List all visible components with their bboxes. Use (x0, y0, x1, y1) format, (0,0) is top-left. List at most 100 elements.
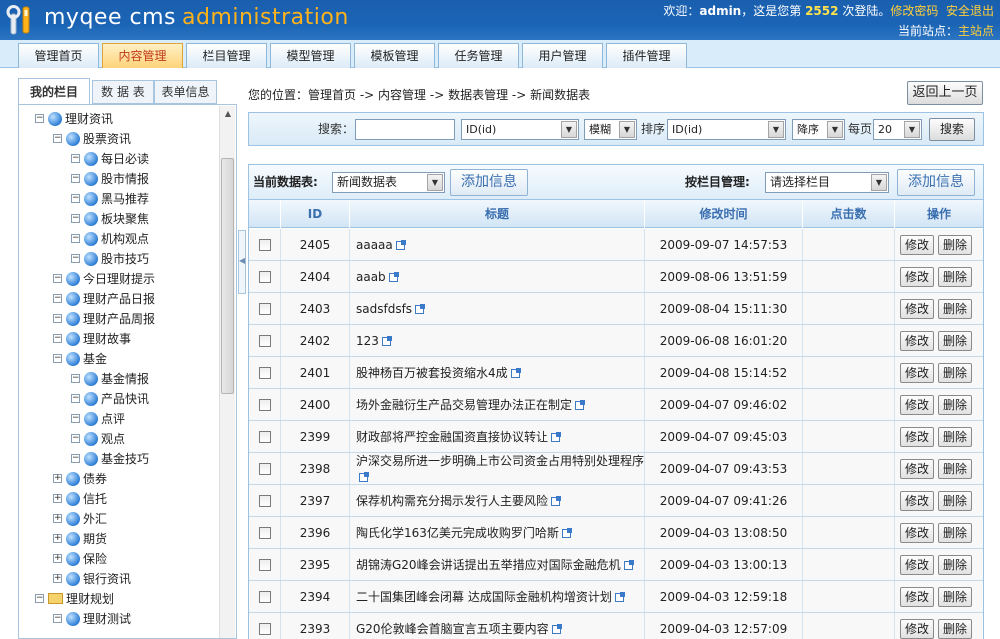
tree-item[interactable]: − 基金情报 (71, 369, 149, 389)
row-checkbox[interactable] (258, 526, 271, 539)
external-link-icon[interactable] (561, 527, 572, 538)
collapse-toggle-icon[interactable]: − (71, 214, 80, 223)
tree-item[interactable]: + 外汇 (53, 509, 107, 529)
nav-tab-models[interactable]: 模型管理 (270, 43, 351, 68)
collapse-toggle-icon[interactable]: − (53, 274, 62, 283)
nav-tab-templates[interactable]: 模板管理 (354, 43, 435, 68)
tree-item[interactable]: + 期货 (53, 529, 107, 549)
row-checkbox[interactable] (258, 590, 271, 603)
collapse-toggle-icon[interactable]: − (71, 234, 80, 243)
collapse-toggle-icon[interactable]: − (71, 434, 80, 443)
row-checkbox[interactable] (258, 462, 271, 475)
collapse-toggle-icon[interactable]: − (35, 114, 44, 123)
match-mode-select[interactable]: 模糊 ▼ (584, 119, 637, 140)
collapse-toggle-icon[interactable]: − (53, 294, 62, 303)
row-title-link[interactable]: 陶氏化学163亿美元完成收购罗门哈斯 (356, 525, 572, 541)
row-checkbox[interactable] (258, 494, 271, 507)
breadcrumb-item[interactable]: 管理首页 (308, 88, 356, 102)
edit-button[interactable]: 修改 (900, 555, 934, 575)
expand-toggle-icon[interactable]: + (53, 494, 62, 503)
collapse-toggle-icon[interactable]: − (53, 354, 62, 363)
edit-button[interactable]: 修改 (900, 363, 934, 383)
nav-tab-tasks[interactable]: 任务管理 (438, 43, 519, 68)
row-checkbox[interactable] (258, 238, 271, 251)
edit-button[interactable]: 修改 (900, 427, 934, 447)
row-title-link[interactable]: 场外金融衍生产品交易管理办法正在制定 (356, 397, 586, 413)
edit-button[interactable]: 修改 (900, 395, 934, 415)
tree-item[interactable]: − 理财规划 (35, 589, 114, 609)
row-checkbox[interactable] (258, 622, 271, 635)
tree-item[interactable]: − 理财测试 (53, 609, 131, 629)
external-link-icon[interactable] (388, 271, 399, 282)
delete-button[interactable]: 删除 (938, 427, 972, 447)
tree-item[interactable]: + 银行资讯 (53, 569, 131, 589)
row-title-link[interactable]: 123 (356, 333, 392, 349)
nav-tab-content[interactable]: 内容管理 (102, 43, 183, 68)
tree-item[interactable]: − 板块聚焦 (71, 209, 149, 229)
edit-button[interactable]: 修改 (900, 267, 934, 287)
collapse-toggle-icon[interactable]: − (53, 134, 62, 143)
column-filter-select[interactable]: 请选择栏目 ▼ (765, 172, 889, 193)
tree-item[interactable]: − 理财产品周报 (53, 309, 155, 329)
delete-button[interactable]: 删除 (938, 491, 972, 511)
site-name-link[interactable]: 主站点 (958, 24, 994, 38)
breadcrumb-item[interactable]: 内容管理 (378, 88, 426, 102)
tree-item[interactable]: − 今日理财提示 (53, 269, 155, 289)
row-checkbox[interactable] (258, 270, 271, 283)
collapse-toggle-icon[interactable]: − (71, 254, 80, 263)
nav-tab-users[interactable]: 用户管理 (522, 43, 603, 68)
collapse-toggle-icon[interactable]: − (71, 174, 80, 183)
row-title-link[interactable]: 股神杨百万被套投资缩水4成 (356, 365, 521, 381)
header-id[interactable]: ID (281, 200, 350, 228)
row-title-link[interactable]: 财政部将严控金融国资直接协议转让 (356, 429, 562, 445)
expand-toggle-icon[interactable]: + (53, 474, 62, 483)
tree-item[interactable]: − 理财产品日报 (53, 289, 155, 309)
sort-order-select[interactable]: 降序 ▼ (792, 119, 845, 140)
expand-toggle-icon[interactable]: + (53, 514, 62, 523)
sidebar-tab-forms[interactable]: 表单信息 (154, 80, 217, 104)
tree-item[interactable]: − 观点 (71, 429, 125, 449)
search-button[interactable]: 搜索 (929, 118, 975, 141)
edit-button[interactable]: 修改 (900, 587, 934, 607)
delete-button[interactable]: 删除 (938, 235, 972, 255)
delete-button[interactable]: 删除 (938, 299, 972, 319)
edit-button[interactable]: 修改 (900, 619, 934, 639)
edit-button[interactable]: 修改 (900, 331, 934, 351)
delete-button[interactable]: 删除 (938, 459, 972, 479)
delete-button[interactable]: 删除 (938, 267, 972, 287)
tree-item[interactable]: − 股票资讯 (53, 129, 131, 149)
nav-tab-columns[interactable]: 栏目管理 (186, 43, 267, 68)
delete-button[interactable]: 删除 (938, 555, 972, 575)
edit-button[interactable]: 修改 (900, 299, 934, 319)
tree-item[interactable]: − 点评 (71, 409, 125, 429)
tree-item[interactable]: − 黑马推荐 (71, 189, 149, 209)
scroll-up-icon[interactable]: ▲ (220, 106, 236, 122)
row-checkbox[interactable] (258, 558, 271, 571)
row-checkbox[interactable] (258, 334, 271, 347)
edit-button[interactable]: 修改 (900, 235, 934, 255)
collapse-sidebar-handle[interactable]: ◀ (238, 230, 246, 294)
tree-item[interactable]: − 基金技巧 (71, 449, 149, 469)
expand-toggle-icon[interactable]: + (53, 534, 62, 543)
header-hits[interactable]: 点击数 (803, 200, 895, 228)
tree-item[interactable]: + 债券 (53, 469, 107, 489)
scroll-thumb[interactable] (221, 158, 234, 394)
row-title-link[interactable]: aaaaa (356, 237, 406, 253)
add-info-button[interactable]: 添加信息 (450, 169, 528, 196)
nav-tab-home[interactable]: 管理首页 (18, 43, 99, 68)
edit-button[interactable]: 修改 (900, 491, 934, 511)
edit-button[interactable]: 修改 (900, 523, 934, 543)
external-link-icon[interactable] (381, 335, 392, 346)
row-title-link[interactable]: 沪深交易所进一步明确上市公司资金占用特别处理程序 (356, 453, 644, 484)
external-link-icon[interactable] (551, 623, 562, 634)
external-link-icon[interactable] (359, 471, 369, 482)
per-page-select[interactable]: 20 ▼ (873, 119, 922, 140)
search-field-select[interactable]: ID(id) ▼ (461, 119, 579, 140)
collapse-toggle-icon[interactable]: − (71, 414, 80, 423)
collapse-toggle-icon[interactable]: − (71, 374, 80, 383)
external-link-icon[interactable] (575, 399, 586, 410)
row-checkbox[interactable] (258, 366, 271, 379)
tree-item[interactable]: + 信托 (53, 489, 107, 509)
search-input[interactable] (355, 119, 455, 140)
breadcrumb-item[interactable]: 数据表管理 (448, 88, 508, 102)
